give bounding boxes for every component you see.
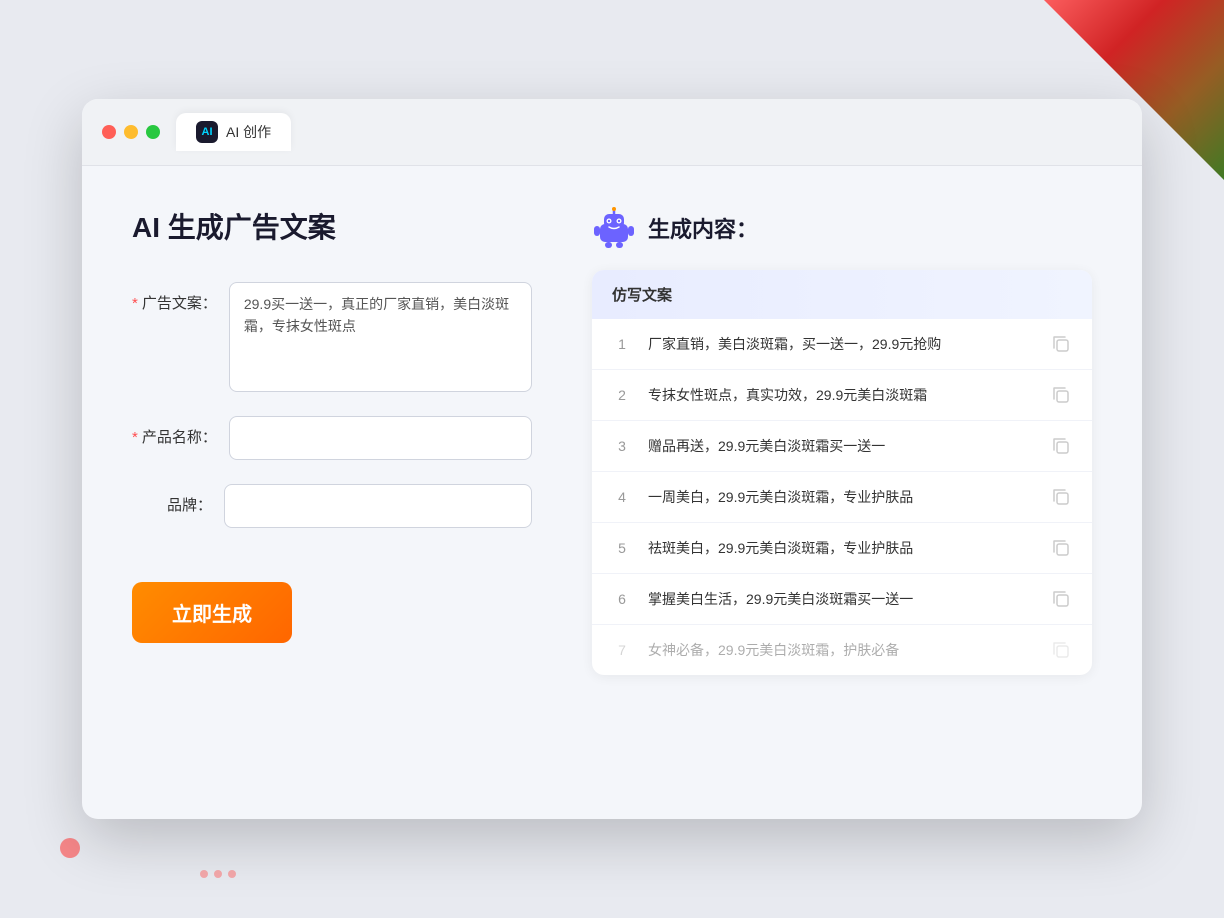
main-content: AI 生成广告文案 *广告文案： 29.9买一送一，真正的厂家直销，美白淡斑霜，… — [82, 166, 1142, 786]
copy-button[interactable] — [1050, 435, 1072, 457]
result-text: 祛斑美白，29.9元美白淡斑霜，专业护肤品 — [648, 538, 1034, 559]
close-button[interactable] — [102, 125, 116, 139]
tab-label: AI 创作 — [226, 122, 271, 142]
required-star-2: * — [132, 429, 138, 446]
ad-copy-label: *广告文案： — [132, 282, 217, 313]
result-text: 一周美白，29.9元美白淡斑霜，专业护肤品 — [648, 487, 1034, 508]
product-name-input[interactable]: 美白淡斑霜 — [229, 416, 532, 460]
table-row: 2 专抹女性斑点，真实功效，29.9元美白淡斑霜 — [592, 370, 1092, 421]
browser-chrome: AI AI 创作 — [82, 99, 1142, 166]
ad-copy-field-group: *广告文案： 29.9买一送一，真正的厂家直销，美白淡斑霜，专抹女性斑点 — [132, 282, 532, 392]
browser-tab[interactable]: AI AI 创作 — [176, 113, 291, 151]
browser-window: AI AI 创作 AI 生成广告文案 *广告文案： 29.9买一送一，真正的厂家… — [82, 99, 1142, 819]
right-title: 生成内容： — [648, 212, 758, 244]
result-text: 女神必备，29.9元美白淡斑霜，护肤必备 — [648, 640, 1034, 661]
result-number: 4 — [612, 489, 632, 505]
results-column-header: 仿写文案 — [592, 270, 1092, 319]
tab-ai-icon: AI — [196, 121, 218, 143]
generate-button[interactable]: 立即生成 — [132, 582, 292, 643]
page-title: AI 生成广告文案 — [132, 206, 532, 246]
window-controls — [102, 125, 160, 139]
table-row: 4 一周美白，29.9元美白淡斑霜，专业护肤品 — [592, 472, 1092, 523]
bg-decoration-dots — [200, 870, 236, 878]
ad-copy-textarea[interactable]: 29.9买一送一，真正的厂家直销，美白淡斑霜，专抹女性斑点 — [229, 282, 532, 392]
minimize-button[interactable] — [124, 125, 138, 139]
robot-icon — [592, 206, 636, 250]
right-header: 生成内容： — [592, 206, 1092, 250]
result-text: 掌握美白生活，29.9元美白淡斑霜买一送一 — [648, 589, 1034, 610]
copy-button[interactable] — [1050, 588, 1072, 610]
copy-button[interactable] — [1050, 384, 1072, 406]
copy-button[interactable] — [1050, 333, 1072, 355]
result-number: 3 — [612, 438, 632, 454]
result-number: 2 — [612, 387, 632, 403]
product-name-label: *产品名称： — [132, 416, 217, 447]
table-row: 6 掌握美白生活，29.9元美白淡斑霜买一送一 — [592, 574, 1092, 625]
copy-button[interactable] — [1050, 639, 1072, 661]
results-list: 1 厂家直销，美白淡斑霜，买一送一，29.9元抢购 2 专抹女性斑点，真实功效，29… — [592, 319, 1092, 675]
table-row: 7 女神必备，29.9元美白淡斑霜，护肤必备 — [592, 625, 1092, 675]
result-number: 6 — [612, 591, 632, 607]
copy-button[interactable] — [1050, 537, 1072, 559]
right-panel: 生成内容： 仿写文案 1 厂家直销，美白淡斑霜，买一送一，29.9元抢购 2 专抹女… — [592, 206, 1092, 746]
table-row: 1 厂家直销，美白淡斑霜，买一送一，29.9元抢购 — [592, 319, 1092, 370]
result-number: 7 — [612, 642, 632, 658]
results-container: 仿写文案 1 厂家直销，美白淡斑霜，买一送一，29.9元抢购 2 专抹女性斑点，真实… — [592, 270, 1092, 675]
brand-input[interactable]: 好白 — [224, 484, 532, 528]
result-number: 5 — [612, 540, 632, 556]
brand-field-group: 品牌： 好白 — [132, 484, 532, 528]
maximize-button[interactable] — [146, 125, 160, 139]
product-name-field-group: *产品名称： 美白淡斑霜 — [132, 416, 532, 460]
required-star: * — [132, 295, 138, 312]
result-text: 专抹女性斑点，真实功效，29.9元美白淡斑霜 — [648, 385, 1034, 406]
brand-label: 品牌： — [132, 484, 212, 515]
table-row: 3 赠品再送，29.9元美白淡斑霜买一送一 — [592, 421, 1092, 472]
result-text: 赠品再送，29.9元美白淡斑霜买一送一 — [648, 436, 1034, 457]
result-number: 1 — [612, 336, 632, 352]
result-text: 厂家直销，美白淡斑霜，买一送一，29.9元抢购 — [648, 334, 1034, 355]
bg-decoration-dot — [60, 838, 80, 858]
table-row: 5 祛斑美白，29.9元美白淡斑霜，专业护肤品 — [592, 523, 1092, 574]
left-panel: AI 生成广告文案 *广告文案： 29.9买一送一，真正的厂家直销，美白淡斑霜，… — [132, 206, 532, 746]
copy-button[interactable] — [1050, 486, 1072, 508]
